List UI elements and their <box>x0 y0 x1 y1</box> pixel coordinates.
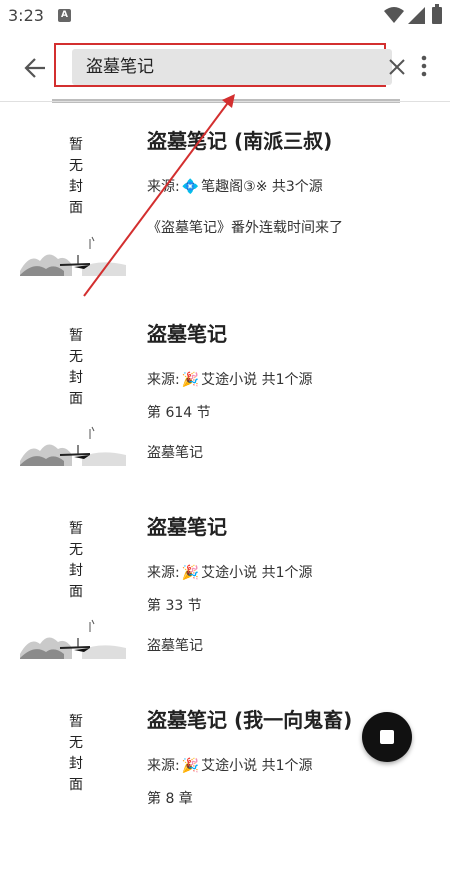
book-cover: 暂无封面 <box>20 326 126 496</box>
result-item[interactable]: 暂无封面 盗墓笔记 来源: 🎉 艾途小说 共1个源 第 614 节 盗墓笔记 <box>0 296 450 489</box>
more-options-button[interactable] <box>412 50 436 82</box>
source-diamond-icon: 💠 <box>181 179 200 195</box>
result-item[interactable]: 暂无封面 盗墓笔记 来源: 🎉 艾途小说 共1个源 第 33 节 盗墓笔记 <box>0 489 450 682</box>
arrow-left-icon <box>24 58 45 78</box>
clear-search-button[interactable] <box>385 55 409 79</box>
cover-placeholder-text: 暂无封面 <box>69 521 83 600</box>
cellular-icon <box>408 7 425 24</box>
source-name: 笔趣阁③※ <box>201 179 268 195</box>
ink-landscape-image <box>20 236 126 276</box>
book-source: 来源: 🎉 艾途小说 共1个源 <box>147 369 313 389</box>
source-party-icon: 🎉 <box>181 758 200 774</box>
status-bar: 3:23 A <box>0 0 450 32</box>
source-count: 共3个源 <box>271 179 323 195</box>
book-title: 盗墓笔记 <box>147 515 227 539</box>
status-time: 3:23 <box>8 6 44 25</box>
latest-chapter: 第 614 节 <box>147 405 211 421</box>
source-party-icon: 🎉 <box>181 372 200 388</box>
source-party-icon: 🎉 <box>181 565 200 581</box>
book-title: 盗墓笔记 (南派三叔) <box>147 129 333 153</box>
more-vert-icon <box>421 55 427 77</box>
source-prefix: 来源: <box>147 565 180 581</box>
source-name: 艾途小说 <box>201 372 258 388</box>
search-toolbar: 盗墓笔记 <box>0 32 450 102</box>
cover-placeholder-text: 暂无封面 <box>69 137 83 216</box>
ink-landscape-image <box>20 426 126 466</box>
search-highlight-box: 盗墓笔记 <box>54 43 405 87</box>
result-item[interactable]: 暂无封面 盗墓笔记 (我一向鬼畜) 来源: 🎉 艾途小说 共1个源 第 8 章 <box>0 682 450 875</box>
ink-landscape-image <box>20 619 126 659</box>
toolbar-divider <box>0 101 450 102</box>
search-input[interactable]: 盗墓笔记 <box>86 49 346 85</box>
latest-chapter: 第 8 章 <box>147 791 193 807</box>
source-count: 共1个源 <box>261 565 313 581</box>
battery-icon <box>432 4 442 24</box>
source-prefix: 来源: <box>147 758 180 774</box>
stop-icon <box>380 730 394 744</box>
book-cover: 暂无封面 <box>20 519 126 689</box>
wifi-icon <box>384 7 404 23</box>
book-intro: 盗墓笔记 <box>147 638 203 654</box>
source-name: 艾途小说 <box>201 758 258 774</box>
book-source: 来源: 💠 笔趣阁③※ 共3个源 <box>147 176 323 196</box>
book-intro: 《盗墓笔记》番外连载时间来了 <box>147 220 343 236</box>
book-source: 来源: 🎉 艾途小说 共1个源 <box>147 562 313 582</box>
cover-placeholder-text: 暂无封面 <box>69 714 83 793</box>
source-count: 共1个源 <box>261 372 313 388</box>
source-name: 艾途小说 <box>201 565 258 581</box>
book-title: 盗墓笔记 <box>147 322 227 346</box>
source-prefix: 来源: <box>147 179 180 195</box>
back-button[interactable] <box>16 48 56 88</box>
close-icon <box>389 59 405 75</box>
book-source: 来源: 🎉 艾途小说 共1个源 <box>147 755 313 775</box>
cover-placeholder-text: 暂无封面 <box>69 328 83 407</box>
notification-icon: A <box>58 9 71 22</box>
latest-chapter: 第 33 节 <box>147 598 202 614</box>
book-title: 盗墓笔记 (我一向鬼畜) <box>147 708 353 732</box>
book-cover: 暂无封面 <box>20 135 126 305</box>
search-field[interactable]: 盗墓笔记 <box>72 49 405 85</box>
book-cover: 暂无封面 <box>20 712 126 882</box>
book-intro: 盗墓笔记 <box>147 445 203 461</box>
source-prefix: 来源: <box>147 372 180 388</box>
stop-search-button[interactable] <box>362 712 412 762</box>
source-count: 共1个源 <box>261 758 313 774</box>
result-item[interactable]: 暂无封面 盗墓笔记 (南派三叔) 来源: 💠 笔趣阁③※ 共3个源 《盗墓笔记》番外… <box>0 103 450 296</box>
